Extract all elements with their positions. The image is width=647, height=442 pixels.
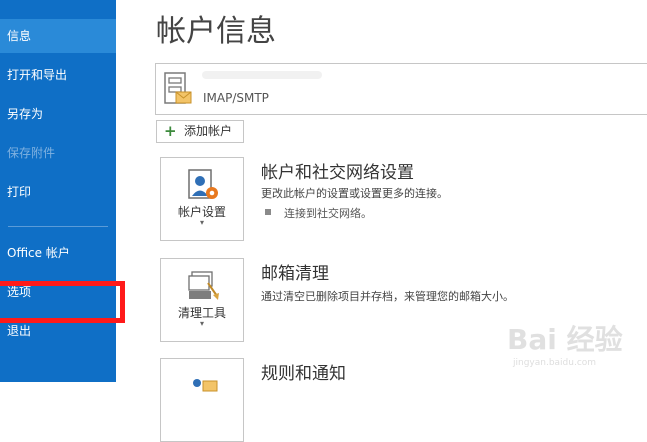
add-account-label: 添加帐户: [184, 124, 233, 138]
account-settings-description: 更改此帐户的设置或设置更多的连接。: [261, 187, 448, 200]
nav-divider: [8, 226, 108, 227]
mailbox-cleanup-description: 通过清空已删除项目并存档，来管理您的邮箱大小。: [261, 290, 514, 303]
nav-item-info[interactable]: 信息: [0, 19, 116, 53]
rules-alerts-title: 规则和通知: [261, 364, 346, 384]
nav-item-save-as[interactable]: 另存为: [0, 97, 116, 131]
watermark-url: jingyan.baidu.com: [513, 358, 597, 368]
add-account-button[interactable]: + 添加帐户: [156, 120, 244, 143]
account-settings-icon: [188, 169, 218, 199]
nav-item-office-account[interactable]: Office 帐户: [0, 236, 116, 270]
chevron-down-icon: ▾: [199, 218, 204, 227]
rules-alerts-icon: [193, 379, 218, 392]
mailbox-cleanup-title: 邮箱清理: [261, 264, 329, 284]
account-settings-tile[interactable]: 帐户设置 ▾: [160, 157, 244, 241]
account-type: IMAP/SMTP: [203, 91, 269, 105]
account-settings-bullet: 连接到社交网络。: [284, 207, 372, 220]
page-title: 帐户信息: [156, 14, 276, 49]
cleanup-tools-tile[interactable]: 清理工具 ▾: [160, 258, 244, 342]
baidu-watermark: Bai 经验 jingyan.baidu.com: [505, 318, 645, 378]
bullet-icon: [265, 209, 271, 215]
account-name: [202, 71, 322, 79]
nav-item-print[interactable]: 打印: [0, 175, 116, 209]
rules-alerts-tile[interactable]: [160, 358, 244, 442]
account-settings-title: 帐户和社交网络设置: [261, 163, 414, 183]
options-highlight-box: [0, 281, 125, 323]
chevron-down-icon: ▾: [199, 319, 204, 328]
nav-item-save-attachments: 保存附件: [7, 146, 56, 160]
cleanup-tools-icon: [188, 271, 219, 300]
plus-icon: +: [164, 122, 177, 140]
backstage-sidebar: 信息 打开和导出 另存为 保存附件 打印 Office 帐户 选项 退出: [0, 0, 116, 382]
nav-item-open-export[interactable]: 打开和导出: [0, 58, 116, 92]
mail-account-icon: [164, 72, 192, 104]
account-selector[interactable]: IMAP/SMTP: [155, 63, 647, 115]
watermark-logo: Bai 经验: [507, 323, 623, 356]
